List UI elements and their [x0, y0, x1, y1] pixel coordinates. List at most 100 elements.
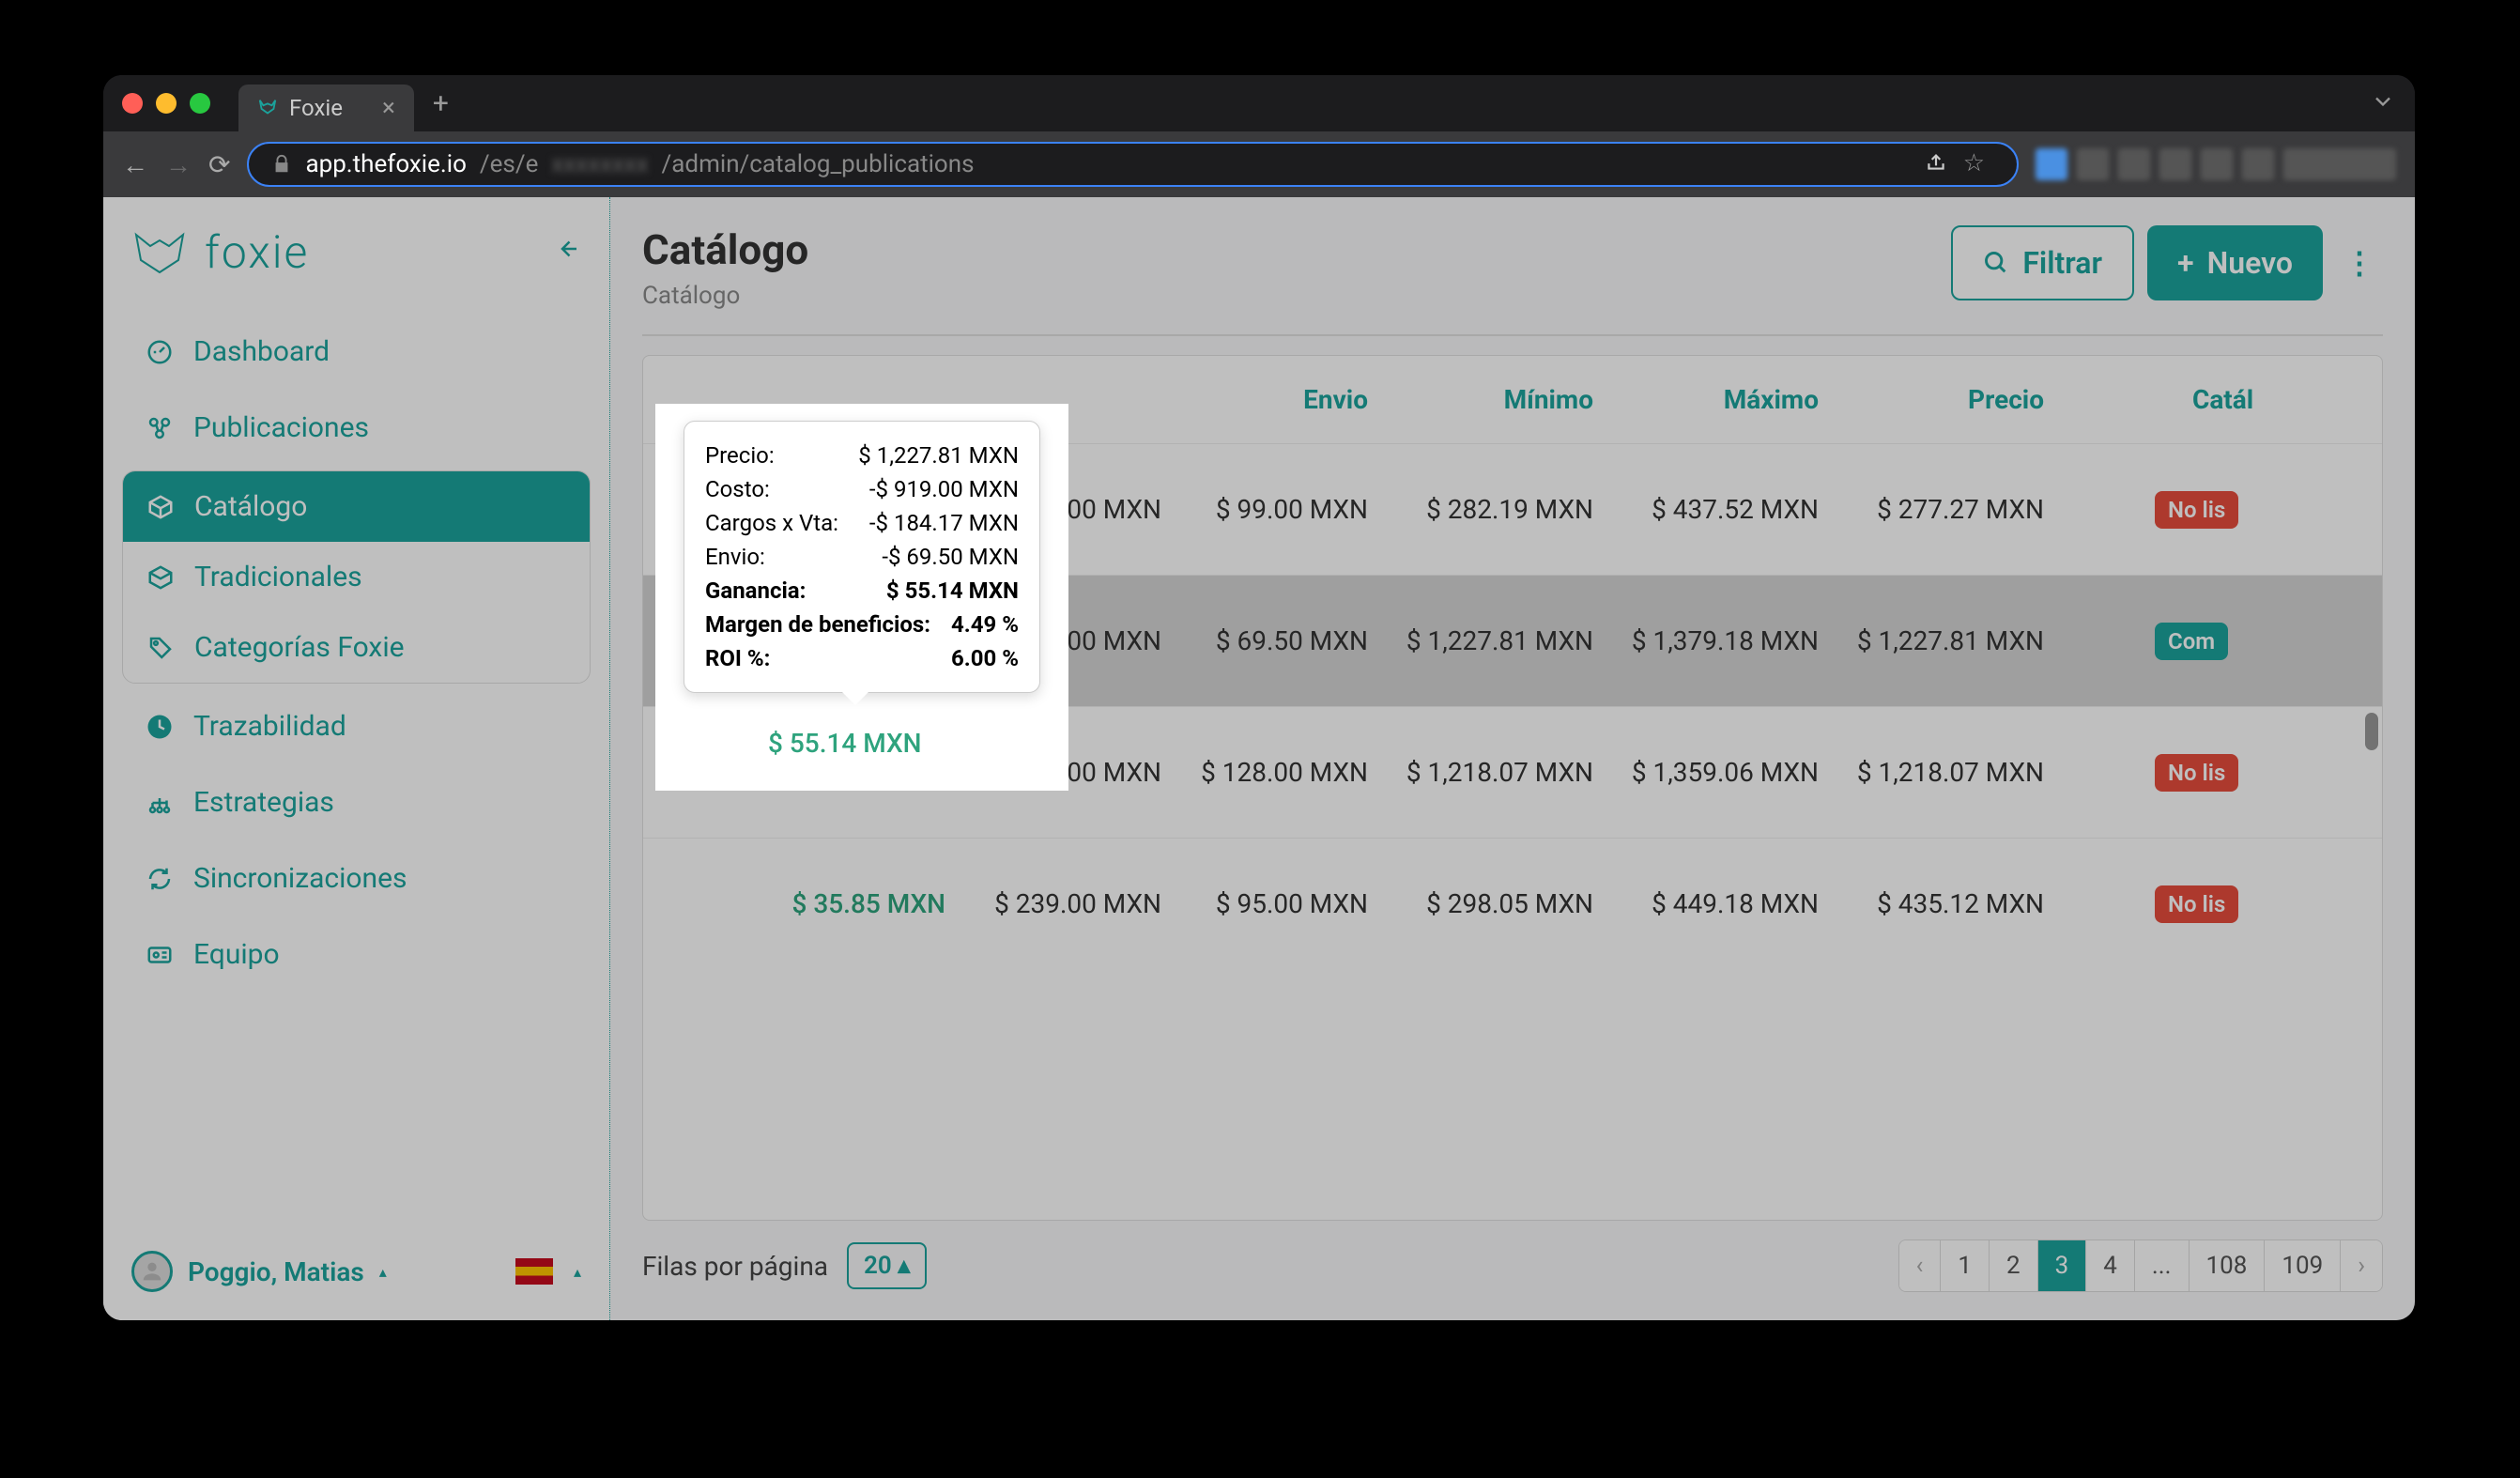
sidebar-item-categorias[interactable]: Categorías Foxie: [123, 612, 590, 683]
extension-icon[interactable]: [2118, 148, 2150, 180]
extension-icon[interactable]: [2242, 148, 2274, 180]
status-badge: No lis: [2155, 885, 2238, 923]
td-min: $ 1,218.07 MXN: [1385, 757, 1610, 788]
nav-list: Dashboard Publicaciones Catálogo Tradici…: [103, 307, 609, 999]
share-icon[interactable]: [1924, 149, 1948, 180]
td-gain: $ 35.85 MXN: [643, 888, 962, 919]
table-row[interactable]: $ 35.85 MXN $ 239.00 MXN $ 95.00 MXN $ 2…: [643, 838, 2382, 969]
breadcrumb: Catálogo: [642, 282, 808, 310]
th-minimo[interactable]: Mínimo: [1385, 384, 1610, 415]
fox-icon: [257, 98, 278, 118]
browser-tab[interactable]: Foxie ×: [238, 85, 414, 131]
page-next-button[interactable]: ›: [2341, 1240, 2382, 1291]
sidebar-item-label: Categorías Foxie: [194, 631, 405, 664]
back-button[interactable]: ←: [122, 149, 148, 180]
tab-bar: Foxie × +: [103, 75, 2415, 131]
extension-icon[interactable]: [2036, 148, 2067, 180]
td-max: $ 1,359.06 MXN: [1610, 757, 1836, 788]
td-cost: $ 239.00 MXN: [962, 888, 1178, 919]
address-bar[interactable]: app.thefoxie.io/es/exxxxxxxx/admin/catal…: [247, 142, 2019, 187]
bookmark-icon[interactable]: ☆: [1963, 149, 1985, 180]
extension-icon[interactable]: [2201, 148, 2233, 180]
td-max: $ 437.52 MXN: [1610, 494, 1836, 525]
traffic-lights: [122, 93, 210, 114]
th-precio[interactable]: Precio: [1836, 384, 2061, 415]
page-prev-button[interactable]: ‹: [1899, 1240, 1942, 1291]
page-button[interactable]: 2: [1990, 1240, 2038, 1291]
extension-icon[interactable]: [2077, 148, 2109, 180]
sidebar-item-label: Estrategias: [193, 786, 334, 819]
strategy-icon: [145, 788, 175, 818]
rows-per-page-select[interactable]: 20 ▴: [847, 1242, 927, 1289]
chevron-up-icon: ▴: [574, 1263, 581, 1281]
chevron-up-icon: ▴: [898, 1252, 910, 1280]
td-precio: $ 1,227.81 MXN: [1836, 625, 2061, 656]
tooltip-row: Margen de beneficios:4.49 %: [705, 608, 1019, 641]
extension-icon[interactable]: [2159, 148, 2191, 180]
sidebar-item-trazabilidad[interactable]: Trazabilidad: [122, 691, 591, 762]
th-maximo[interactable]: Máximo: [1610, 384, 1836, 415]
tooltip-row: Costo:-$ 919.00 MXN: [705, 472, 1019, 506]
sidebar-item-label: Tradicionales: [194, 561, 362, 593]
chevron-up-icon: ▴: [379, 1263, 387, 1281]
extension-icon[interactable]: [2283, 148, 2396, 180]
flag-spain[interactable]: [515, 1258, 553, 1285]
page-button[interactable]: 3: [2038, 1240, 2087, 1291]
td-envio: $ 128.00 MXN: [1178, 757, 1385, 788]
tooltip-row: Precio:$ 1,227.81 MXN: [705, 439, 1019, 472]
td-badge: No lis: [2061, 754, 2324, 792]
page-button[interactable]: 4: [2086, 1240, 2135, 1291]
scrollbar-vertical[interactable]: [2365, 713, 2378, 750]
th-catalogo[interactable]: Catál: [2061, 384, 2324, 415]
sidebar-item-label: Publicaciones: [193, 411, 369, 444]
filter-label: Filtrar: [2022, 245, 2102, 281]
page-button[interactable]: 109: [2265, 1240, 2341, 1291]
url-redacted: xxxxxxxx: [551, 150, 648, 178]
sidebar-item-equipo[interactable]: Equipo: [122, 919, 591, 990]
td-badge: No lis: [2061, 885, 2324, 923]
search-icon: [1983, 250, 2009, 276]
logo-text: foxie: [205, 225, 309, 279]
page-ellipsis: ...: [2135, 1240, 2190, 1291]
more-button[interactable]: ⋮: [2336, 225, 2383, 300]
new-tab-button[interactable]: +: [433, 87, 449, 120]
maximize-window-button[interactable]: [190, 93, 210, 114]
avatar[interactable]: [131, 1251, 173, 1292]
url-mid: /es/e: [480, 150, 538, 178]
new-button[interactable]: + Nuevo: [2147, 225, 2323, 300]
page-button[interactable]: 1: [1941, 1240, 1990, 1291]
sidebar-item-dashboard[interactable]: Dashboard: [122, 316, 591, 387]
sync-icon: [145, 864, 175, 894]
td-max: $ 1,379.18 MXN: [1610, 625, 1836, 656]
user-name[interactable]: Poggio, Matias: [188, 1256, 364, 1287]
reload-button[interactable]: ⟳: [208, 149, 230, 180]
sidebar-item-sincronizaciones[interactable]: Sincronizaciones: [122, 843, 591, 914]
sidebar-item-tradicionales[interactable]: Tradicionales: [123, 542, 590, 612]
forward-button[interactable]: →: [165, 149, 192, 180]
logo-icon: [131, 227, 188, 278]
app-content: foxie Dashboard Publicaciones Cat: [103, 197, 2415, 1320]
page-title: Catálogo: [642, 225, 808, 274]
tabs-menu-button[interactable]: [2370, 88, 2396, 118]
sidebar-item-catalogo[interactable]: Catálogo: [123, 471, 590, 542]
td-min: $ 298.05 MXN: [1385, 888, 1610, 919]
sidebar-item-label: Trazabilidad: [193, 710, 346, 743]
filter-button[interactable]: Filtrar: [1951, 225, 2134, 300]
td-envio: $ 69.50 MXN: [1178, 625, 1385, 656]
sidebar-item-publicaciones[interactable]: Publicaciones: [122, 393, 591, 463]
close-window-button[interactable]: [122, 93, 143, 114]
close-tab-button[interactable]: ×: [382, 94, 395, 122]
tooltip-row: Ganancia:$ 55.14 MXN: [705, 574, 1019, 608]
th-envio[interactable]: Envio: [1178, 384, 1385, 415]
minimize-window-button[interactable]: [156, 93, 177, 114]
page-button[interactable]: 108: [2190, 1240, 2266, 1291]
sidebar-item-label: Catálogo: [194, 490, 307, 523]
clock-icon: [145, 712, 175, 742]
extension-icons: [2036, 148, 2396, 180]
collapse-sidebar-button[interactable]: [553, 235, 581, 270]
td-envio: $ 95.00 MXN: [1178, 888, 1385, 919]
td-min: $ 1,227.81 MXN: [1385, 625, 1610, 656]
tooltip-row: Envio:-$ 69.50 MXN: [705, 540, 1019, 574]
sidebar-item-estrategias[interactable]: Estrategias: [122, 767, 591, 838]
table-footer: Filas por página 20 ▴ ‹ 1 2 3 4 ... 108 …: [642, 1221, 2383, 1292]
